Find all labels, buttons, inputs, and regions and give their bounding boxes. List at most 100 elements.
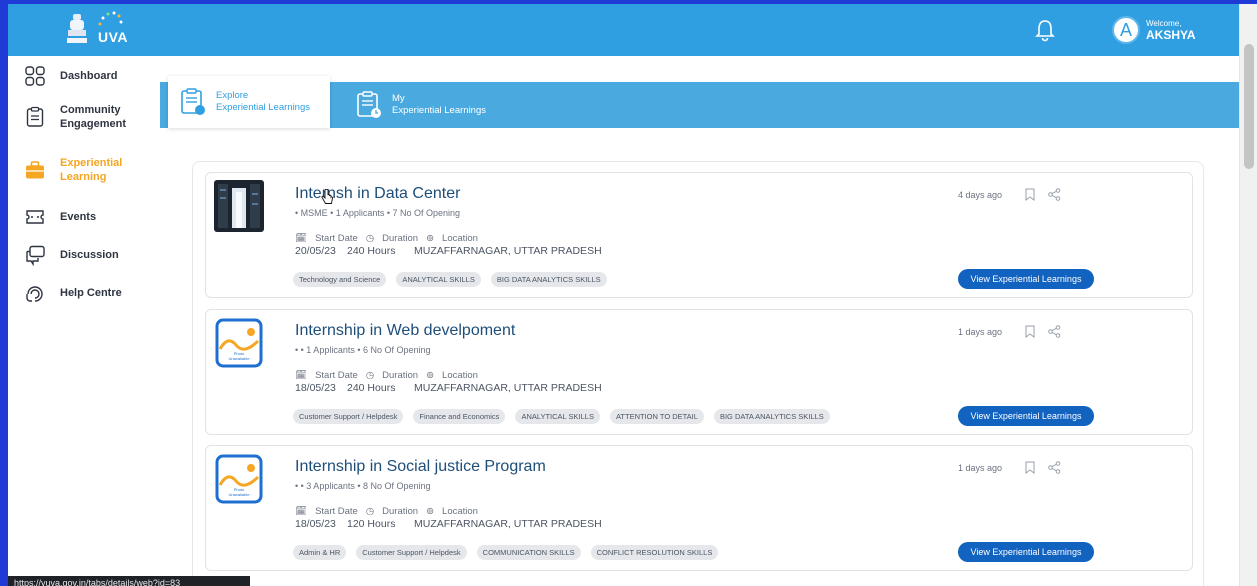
logo-text: UVA bbox=[98, 29, 129, 45]
view-experiential-learnings-button[interactable]: View Experiential Learnings bbox=[958, 406, 1094, 426]
welcome-label: Welcome, bbox=[1146, 19, 1182, 28]
clipboard-explore-icon bbox=[181, 88, 205, 115]
notification-bell-icon[interactable] bbox=[1034, 18, 1056, 42]
sidebar-item-label: Help Centre bbox=[60, 287, 122, 299]
start-date-label: Start Date bbox=[315, 506, 358, 517]
start-date-value: 18/05/23 bbox=[295, 382, 336, 394]
learning-card[interactable]: Photo Unavailable Internship in Web deve… bbox=[205, 309, 1193, 435]
calendar-icon: 🗓 bbox=[295, 370, 308, 381]
photo-unavailable-icon: Photo Unavailable bbox=[215, 318, 263, 368]
clock-icon: ◷ bbox=[365, 370, 375, 381]
card-meta: • • 3 Applicants • 8 No Of Opening bbox=[295, 481, 431, 491]
location-pin-icon: ⊚ bbox=[426, 506, 435, 517]
help-icon bbox=[26, 286, 43, 302]
page-scrollbar[interactable] bbox=[1239, 4, 1257, 586]
bookmark-icon[interactable] bbox=[1024, 325, 1036, 338]
skill-tag: CONFLICT RESOLUTION SKILLS bbox=[590, 545, 719, 560]
location-label: Location bbox=[442, 370, 478, 381]
sidebar-item-label: Discussion bbox=[60, 249, 119, 261]
bookmark-icon[interactable] bbox=[1024, 461, 1036, 474]
sidebar-item-experiential-learning[interactable]: Experiential Learning bbox=[24, 156, 140, 184]
start-date-label: Start Date bbox=[315, 370, 358, 381]
scrollbar-thumb[interactable] bbox=[1244, 44, 1254, 169]
top-header: UVA A Welcome, AKSHYA bbox=[8, 4, 1257, 56]
clock-icon: ◷ bbox=[365, 506, 375, 517]
learning-card[interactable]: Internsh in Data Center • MSME • 1 Appli… bbox=[205, 172, 1193, 298]
dashboard-icon bbox=[25, 66, 45, 86]
skill-tag: Finance and Economics bbox=[413, 409, 506, 424]
clipboard-clock-icon bbox=[357, 91, 381, 118]
photo-unavailable-icon: Photo Unavailable bbox=[215, 454, 263, 504]
svg-text:Unavailable: Unavailable bbox=[229, 492, 251, 497]
skill-tag: ATTENTION TO DETAIL bbox=[609, 409, 704, 424]
bookmark-icon[interactable] bbox=[1024, 188, 1036, 201]
tab-my-experiential-learnings[interactable]: My Experiential Learnings bbox=[344, 82, 524, 128]
share-icon[interactable] bbox=[1048, 188, 1061, 201]
location-value: MUZAFFARNAGAR, UTTAR PRADESH bbox=[414, 518, 602, 530]
user-name[interactable]: AKSHYA bbox=[1146, 28, 1196, 42]
card-meta: • MSME • 1 Applicants • 7 No Of Opening bbox=[295, 208, 461, 218]
duration-value: 240 Hours bbox=[347, 245, 396, 257]
card-title[interactable]: Internship in Web develpoment bbox=[295, 322, 515, 340]
hand-cursor-icon bbox=[321, 189, 333, 204]
svg-text:Unavailable: Unavailable bbox=[229, 356, 251, 361]
sidebar: Dashboard Community Engagement Experient… bbox=[8, 56, 160, 586]
emblem-icon bbox=[67, 14, 87, 43]
posted-time: 1 days ago bbox=[958, 463, 1003, 473]
sidebar-item-label: Events bbox=[60, 211, 97, 223]
card-meta: • • 1 Applicants • 6 No Of Opening bbox=[295, 345, 431, 355]
card-thumbnail bbox=[214, 180, 264, 232]
card-title[interactable]: Internship in Social justice Program bbox=[295, 458, 546, 476]
clipboard-icon bbox=[26, 106, 44, 127]
events-icon bbox=[26, 210, 44, 224]
tab-mine-line2: Experiential Learnings bbox=[392, 105, 487, 116]
share-icon[interactable] bbox=[1048, 461, 1061, 474]
duration-label: Duration bbox=[382, 233, 419, 244]
view-experiential-learnings-button[interactable]: View Experiential Learnings bbox=[958, 269, 1094, 289]
duration-value: 240 Hours bbox=[347, 382, 396, 394]
app-window: UVA A Welcome, AKSHYA Dashboard Communit… bbox=[8, 4, 1257, 586]
duration-label: Duration bbox=[382, 370, 419, 381]
location-label: Location bbox=[442, 506, 478, 517]
location-pin-icon: ⊚ bbox=[426, 233, 435, 244]
location-value: MUZAFFARNAGAR, UTTAR PRADESH bbox=[414, 245, 602, 257]
card-tags: Technology and Science ANALYTICAL SKILLS… bbox=[293, 272, 607, 287]
duration-value: 120 Hours bbox=[347, 518, 396, 530]
skill-tag: Customer Support / Helpdesk bbox=[293, 409, 404, 424]
start-date-label: Start Date bbox=[315, 233, 358, 244]
avatar[interactable]: A bbox=[1112, 16, 1140, 44]
location-label: Location bbox=[442, 233, 478, 244]
skill-tag: Admin & HR bbox=[293, 545, 347, 560]
tab-explore-line2: Experiential Learnings bbox=[216, 102, 311, 113]
skill-tag: BIG DATA ANALYTICS SKILLS bbox=[713, 409, 830, 424]
server-room-image bbox=[214, 180, 264, 232]
card-thumbnail: Photo Unavailable bbox=[214, 453, 264, 505]
learning-card[interactable]: Photo Unavailable Internship in Social j… bbox=[205, 445, 1193, 571]
sidebar-item-community-engagement[interactable]: Community Engagement bbox=[24, 103, 140, 131]
tab-explore-experiential-learnings[interactable]: Explore Experiential Learnings bbox=[168, 76, 330, 128]
card-info-labels: 🗓 Start Date ◷ Duration ⊚ Location bbox=[295, 506, 478, 517]
duration-label: Duration bbox=[382, 506, 419, 517]
status-bar-url: https://yuva.gov.in/tabs/details/web?id=… bbox=[8, 576, 250, 586]
calendar-icon: 🗓 bbox=[295, 233, 308, 244]
sidebar-item-help-centre[interactable]: Help Centre bbox=[24, 282, 122, 304]
posted-time: 4 days ago bbox=[958, 190, 1003, 200]
sidebar-item-events[interactable]: Events bbox=[24, 206, 96, 228]
sidebar-item-discussion[interactable]: Discussion bbox=[24, 244, 119, 266]
location-pin-icon: ⊚ bbox=[426, 370, 435, 381]
posted-time: 1 days ago bbox=[958, 327, 1003, 337]
card-info-values: 18/05/23 240 Hours MUZAFFARNAGAR, UTTAR … bbox=[295, 382, 602, 394]
card-thumbnail: Photo Unavailable bbox=[214, 317, 264, 369]
share-icon[interactable] bbox=[1048, 325, 1061, 338]
yuva-logo[interactable]: UVA bbox=[64, 10, 144, 50]
card-info-values: 20/05/23 240 Hours MUZAFFARNAGAR, UTTAR … bbox=[295, 245, 602, 257]
sidebar-item-label: Dashboard bbox=[60, 70, 118, 82]
location-value: MUZAFFARNAGAR, UTTAR PRADESH bbox=[414, 382, 602, 394]
sidebar-item-dashboard[interactable]: Dashboard bbox=[24, 65, 117, 87]
card-info-labels: 🗓 Start Date ◷ Duration ⊚ Location bbox=[295, 233, 478, 244]
card-tags: Admin & HR Customer Support / Helpdesk C… bbox=[293, 545, 719, 560]
discussion-icon bbox=[26, 245, 45, 266]
view-experiential-learnings-button[interactable]: View Experiential Learnings bbox=[958, 542, 1094, 562]
sidebar-item-label: Community Engagement bbox=[60, 104, 127, 130]
start-date-value: 18/05/23 bbox=[295, 518, 336, 530]
